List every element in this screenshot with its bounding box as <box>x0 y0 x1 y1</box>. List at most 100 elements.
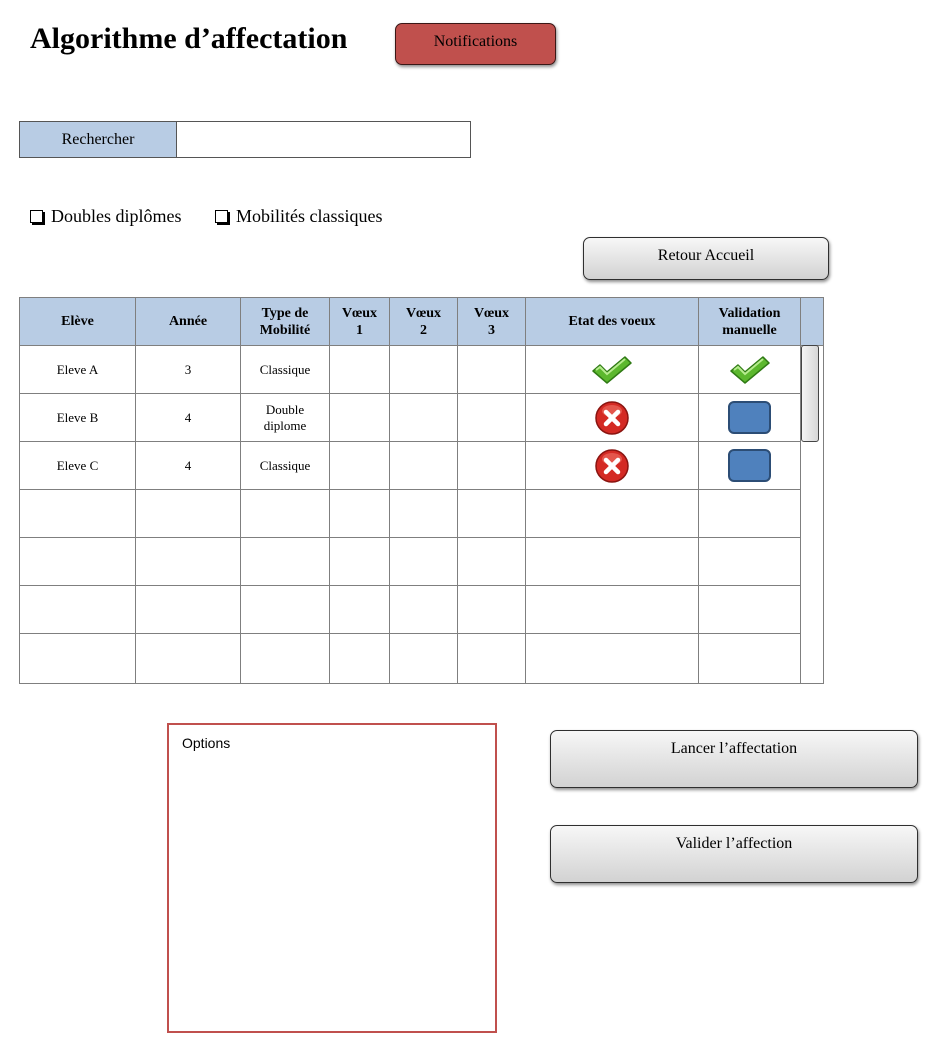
scrollbar-track[interactable] <box>800 585 824 634</box>
cell-type-mobilite: Classique <box>240 441 330 490</box>
checkbox-mobilites-classiques[interactable] <box>215 210 228 223</box>
cell-voeux-1 <box>329 345 390 394</box>
manual-validation-button[interactable] <box>728 401 771 434</box>
cell-etat-voeux <box>525 393 699 442</box>
empty-cell <box>525 489 699 538</box>
filter-doubles-diplomes-label: Doubles diplômes <box>51 206 182 226</box>
empty-cell <box>240 489 330 538</box>
scrollbar-thumb[interactable] <box>801 345 819 442</box>
error-icon <box>594 448 630 484</box>
search-input[interactable] <box>177 122 470 157</box>
manual-validation-button[interactable] <box>728 449 771 482</box>
table-row <box>19 633 824 684</box>
retour-accueil-button[interactable]: Retour Accueil <box>583 237 829 280</box>
filter-doubles-diplomes[interactable]: Doubles diplômes <box>30 206 182 227</box>
header-type-mobilite: Type de Mobilité <box>240 297 330 346</box>
cell-eleve: Eleve A <box>19 345 136 394</box>
empty-cell <box>135 585 241 634</box>
table-row <box>19 585 824 634</box>
empty-cell <box>19 489 136 538</box>
empty-cell <box>19 537 136 586</box>
table-row <box>19 537 824 586</box>
empty-cell <box>457 633 526 684</box>
header-eleve: Elève <box>19 297 136 346</box>
empty-cell <box>525 537 699 586</box>
cell-voeux-2 <box>389 441 458 490</box>
checkbox-doubles-diplomes[interactable] <box>30 210 43 223</box>
table-row[interactable]: Eleve C 4 Classique <box>19 441 824 490</box>
lancer-affectation-button[interactable]: Lancer l’affectation <box>550 730 918 788</box>
cell-voeux-3 <box>457 393 526 442</box>
scrollbar-track[interactable] <box>800 633 824 684</box>
scrollbar-track[interactable] <box>800 537 824 586</box>
empty-cell <box>240 537 330 586</box>
empty-cell <box>457 537 526 586</box>
empty-cell <box>135 489 241 538</box>
check-icon[interactable] <box>728 354 772 386</box>
notifications-button[interactable]: Notifications <box>395 23 556 65</box>
header-etat-voeux: Etat des voeux <box>525 297 699 346</box>
table-row[interactable]: Eleve B 4 Double diplome <box>19 393 824 442</box>
page-title: Algorithme d’affectation <box>30 22 348 55</box>
cell-annee: 4 <box>135 441 241 490</box>
cell-validation-manuelle <box>698 393 801 442</box>
header-voeux-3: Vœux 3 <box>457 297 526 346</box>
empty-cell <box>389 633 458 684</box>
scrollbar-track[interactable] <box>800 441 824 490</box>
cell-eleve: Eleve B <box>19 393 136 442</box>
search-label[interactable]: Rechercher <box>20 122 177 157</box>
check-icon <box>590 354 634 386</box>
empty-cell <box>19 633 136 684</box>
empty-cell <box>698 489 801 538</box>
header-annee: Année <box>135 297 241 346</box>
cell-voeux-3 <box>457 441 526 490</box>
cell-validation-manuelle <box>698 441 801 490</box>
cell-voeux-1 <box>329 393 390 442</box>
cell-etat-voeux <box>525 345 699 394</box>
cell-validation-manuelle <box>698 345 801 394</box>
empty-cell <box>135 633 241 684</box>
empty-cell <box>19 585 136 634</box>
options-label: Options <box>182 735 231 751</box>
header-voeux-2: Vœux 2 <box>389 297 458 346</box>
empty-cell <box>457 489 526 538</box>
valider-affectation-button[interactable]: Valider l’affection <box>550 825 918 883</box>
table-row <box>19 489 824 538</box>
cell-voeux-2 <box>389 393 458 442</box>
options-panel: Options <box>167 723 497 1033</box>
cell-type-mobilite: Classique <box>240 345 330 394</box>
empty-cell <box>329 489 390 538</box>
empty-cell <box>240 585 330 634</box>
empty-cell <box>389 489 458 538</box>
cell-eleve: Eleve C <box>19 441 136 490</box>
cell-voeux-1 <box>329 441 390 490</box>
filter-mobilites-classiques-label: Mobilités classiques <box>236 206 383 226</box>
cell-voeux-3 <box>457 345 526 394</box>
scrollbar-track[interactable] <box>800 489 824 538</box>
cell-voeux-2 <box>389 345 458 394</box>
empty-cell <box>525 585 699 634</box>
empty-cell <box>329 633 390 684</box>
empty-cell <box>698 585 801 634</box>
error-icon <box>594 400 630 436</box>
header-voeux-1: Vœux 1 <box>329 297 390 346</box>
empty-cell <box>389 585 458 634</box>
table-row[interactable]: Eleve A 3 Classique <box>19 345 824 394</box>
empty-cell <box>698 537 801 586</box>
header-validation-manuelle: Validation manuelle <box>698 297 801 346</box>
empty-cell <box>329 537 390 586</box>
students-table: Elève Année Type de Mobilité Vœux 1 Vœux 2 … <box>19 297 824 684</box>
cell-annee: 4 <box>135 393 241 442</box>
empty-cell <box>525 633 699 684</box>
empty-cell <box>698 633 801 684</box>
empty-cell <box>240 633 330 684</box>
empty-cell <box>457 585 526 634</box>
cell-type-mobilite: Double diplome <box>240 393 330 442</box>
cell-etat-voeux <box>525 441 699 490</box>
empty-cell <box>389 537 458 586</box>
search-bar: Rechercher <box>19 121 471 158</box>
empty-cell <box>135 537 241 586</box>
filter-mobilites-classiques[interactable]: Mobilités classiques <box>215 206 383 227</box>
cell-annee: 3 <box>135 345 241 394</box>
empty-cell <box>329 585 390 634</box>
